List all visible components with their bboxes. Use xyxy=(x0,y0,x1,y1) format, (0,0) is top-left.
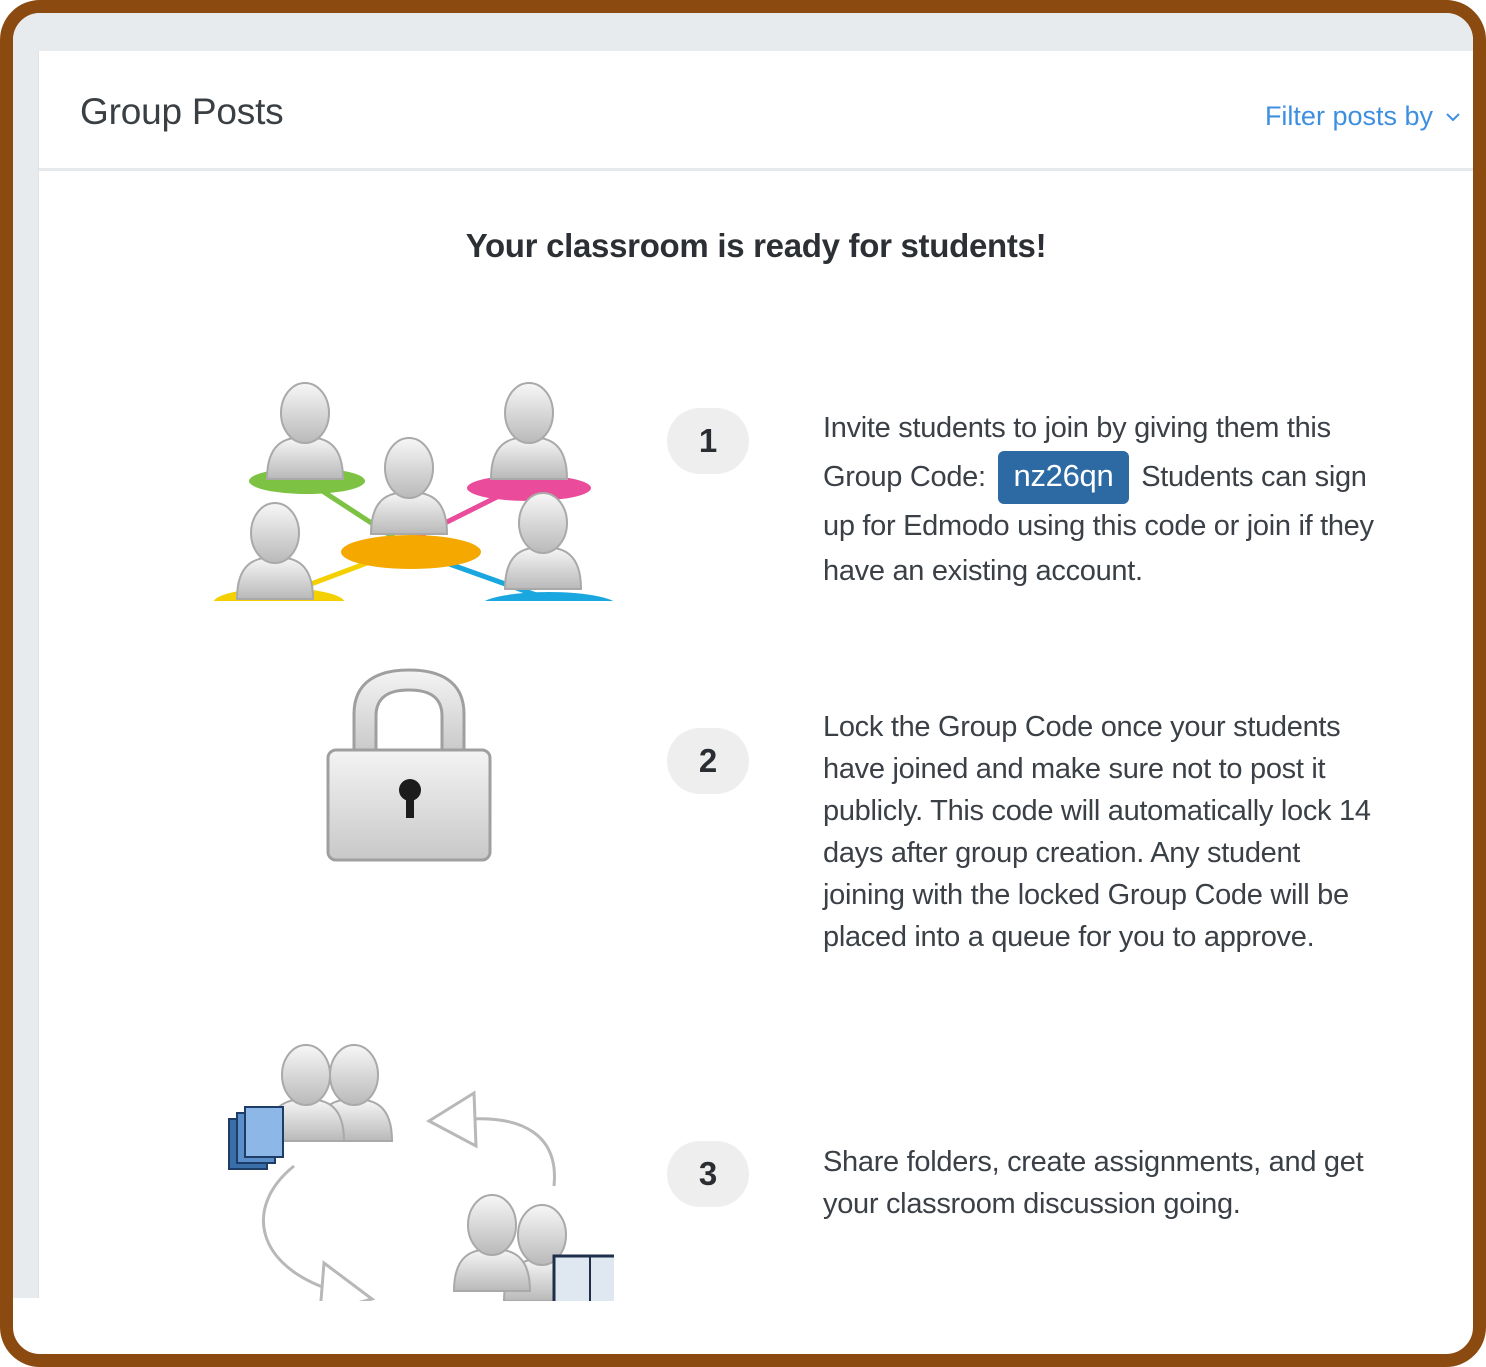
chevron-down-icon xyxy=(1446,112,1460,121)
step-3-text: Share folders, create assignments, and g… xyxy=(823,1146,1364,1220)
share-folders-icon xyxy=(228,1044,614,1301)
page-title: Group Posts xyxy=(80,91,284,132)
window-frame: Group Posts Filter posts by Your classro… xyxy=(0,0,1486,1367)
step-1-text: Invite students to join by giving them t… xyxy=(823,406,1383,594)
step-1-number: 1 xyxy=(667,408,749,474)
step-3-number: 3 xyxy=(667,1141,749,1207)
filter-posts-label: Filter posts by xyxy=(1264,101,1433,131)
student-network-icon xyxy=(213,382,614,601)
padlock-icon xyxy=(326,668,492,862)
group-code-badge[interactable]: nz26qn xyxy=(997,451,1130,504)
step-2-text: Lock the Group Code once your students h… xyxy=(823,711,1371,953)
group-posts-card: Group Posts Filter posts by Your classro… xyxy=(38,51,1473,1301)
step-2-number: 2 xyxy=(667,728,749,794)
ready-headline: Your classroom is ready for students! xyxy=(465,227,1047,264)
filter-posts-dropdown[interactable]: Filter posts by xyxy=(1265,101,1461,132)
card-header: Group Posts Filter posts by xyxy=(39,51,1473,171)
